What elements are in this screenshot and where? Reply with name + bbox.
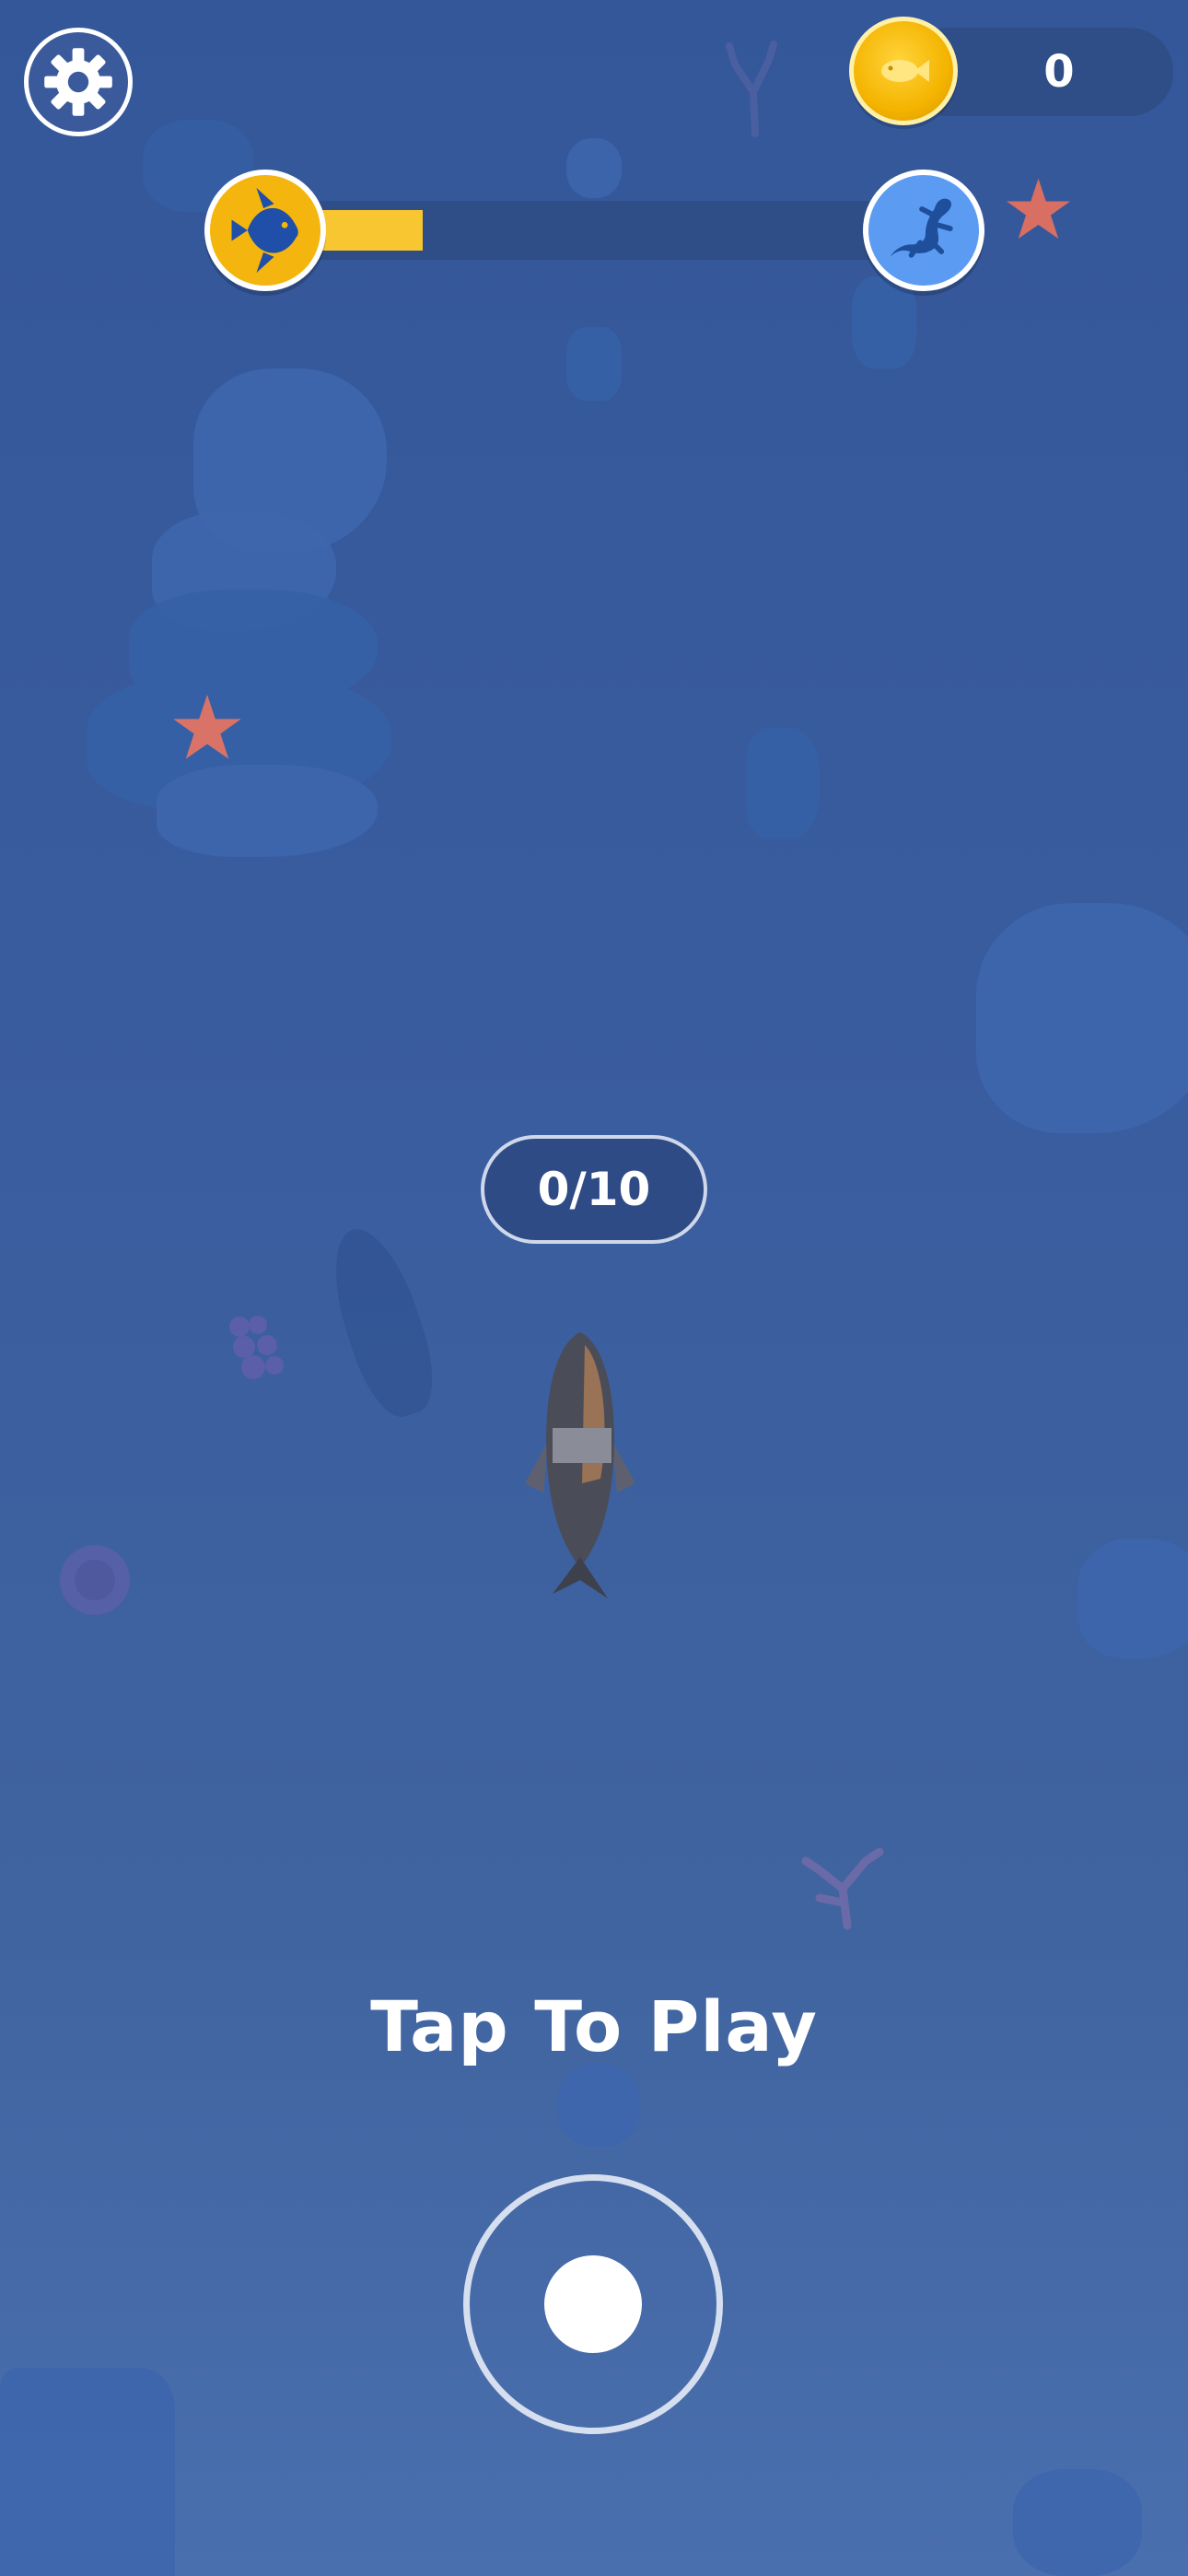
goal-animal-badge	[863, 170, 984, 291]
settings-button[interactable]	[24, 28, 133, 136]
background-rock	[157, 765, 378, 857]
lizard-icon	[890, 198, 953, 258]
branch-coral-decoration	[801, 1847, 884, 1930]
coin-icon	[849, 17, 958, 125]
coral-decoration	[229, 1316, 284, 1379]
level-progress-bar	[291, 201, 891, 260]
background-rock	[1013, 2469, 1142, 2576]
background-rock	[566, 138, 622, 198]
shell-decoration	[60, 1545, 130, 1615]
gear-icon	[44, 48, 112, 116]
background-rock	[852, 276, 916, 369]
shark-shadow	[317, 1218, 448, 1426]
background-rock	[746, 728, 820, 838]
player-orca	[525, 1332, 635, 1598]
fish-icon	[881, 60, 929, 82]
background-rock	[0, 2368, 175, 2576]
angelfish-icon	[231, 187, 298, 274]
tap-to-play-prompt[interactable]: Tap To Play	[0, 1981, 1188, 2073]
current-animal-badge	[204, 170, 326, 291]
coin-count: 0	[1043, 46, 1075, 98]
starfish-icon	[1007, 178, 1070, 239]
fish-eaten-counter: 0/10	[481, 1135, 707, 1244]
joystick-knob[interactable]	[544, 2255, 642, 2353]
background-rock	[566, 327, 622, 401]
background-rock	[976, 903, 1188, 1133]
background-rock	[557, 2064, 640, 2147]
background-rock	[1077, 1539, 1188, 1658]
starfish-icon	[173, 695, 241, 759]
branch-coral-decoration	[726, 41, 777, 137]
